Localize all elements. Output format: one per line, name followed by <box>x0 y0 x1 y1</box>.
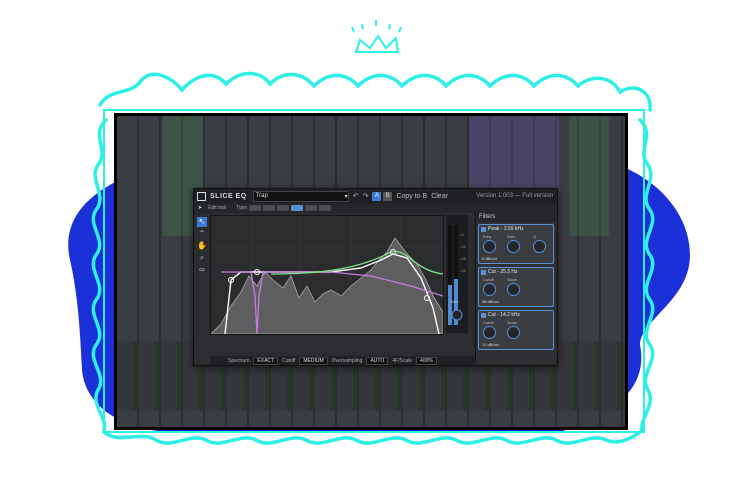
filters-title: Filters <box>476 213 556 222</box>
slope-value[interactable]: 12 dB/oct <box>482 342 499 347</box>
redo-button[interactable]: ↷ <box>363 192 369 200</box>
filter-card-highcut[interactable]: Cut - 14.2 kHz Cutoff Slope 12 dB/oct <box>478 310 554 350</box>
type-peak-button[interactable] <box>277 205 290 211</box>
type-highshelf-button[interactable] <box>305 205 318 211</box>
gain-label: Gain <box>450 299 459 304</box>
type-lowshelf-button[interactable] <box>263 205 276 211</box>
clear-button[interactable]: Clear <box>431 193 448 200</box>
plugin-bottombar: Spectrum EXACT Cutoff MEDIUM Oversamplin… <box>210 356 474 365</box>
freq-knob[interactable] <box>483 240 496 253</box>
logo-icon <box>197 191 206 201</box>
filter-card-lowcut[interactable]: Cut - 25.3 Hz Cutoff Slope 96 dB/oct <box>478 267 554 307</box>
oversampling-label: Oversampling <box>331 357 363 364</box>
daw-screen: SLICE EQ Trap ▾ ↶ ↷ A B Copy to B Clear V… <box>114 113 628 430</box>
pointer-tool-icon[interactable]: ↖ <box>197 217 207 227</box>
plugin-titlebar: SLICE EQ Trap ▾ ↶ ↷ A B Copy to B Clear V… <box>194 189 557 203</box>
filter-title: Cut - 14.2 kHz <box>488 312 520 318</box>
preset-dropdown[interactable]: Trap ▾ <box>252 190 349 202</box>
hand-tool-icon[interactable]: ✋ <box>197 241 207 251</box>
spectrum-label: Spectrum <box>228 357 250 364</box>
gain-knob <box>451 309 463 321</box>
filter-title: Cut - 25.3 Hz <box>488 269 518 275</box>
filter-enable-checkbox[interactable] <box>481 270 486 275</box>
chevron-down-icon: ▾ <box>344 193 348 200</box>
spectrum-select[interactable]: EXACT <box>253 356 279 365</box>
cursor-icon: ➤ <box>198 205 203 211</box>
db-tick: -18 <box>460 256 466 261</box>
version-label: Version 1.003 — Full version <box>476 193 553 199</box>
eq-graph[interactable] <box>210 215 444 335</box>
type-highcut-button[interactable] <box>319 205 332 211</box>
scale-select[interactable]: 400% <box>416 356 437 365</box>
q-knob[interactable] <box>533 240 546 253</box>
tool-column: ↖ ⌃ ✋ ⌕ ∞ <box>196 215 208 325</box>
db-tick: -24 <box>460 268 466 273</box>
slope-knob[interactable] <box>507 326 520 339</box>
db-tick: -12 <box>460 244 466 249</box>
oversampling-select[interactable]: AUTO <box>366 356 389 365</box>
filter-label: Slope <box>507 320 518 325</box>
spectrum-analyzer <box>210 237 444 335</box>
cutoff-knob[interactable] <box>483 326 496 339</box>
plugin-logo: SLICE EQ <box>210 192 247 200</box>
db-tick: -6 <box>460 232 464 237</box>
filter-enable-checkbox[interactable] <box>481 227 486 232</box>
slope-value[interactable]: 6 dB/oct <box>482 256 497 261</box>
filter-enable-checkbox[interactable] <box>481 313 486 318</box>
filters-panel: Filters Peak - 3.59 kHz Freq Gain Q 6 dB… <box>475 213 556 363</box>
cutoff-knob[interactable] <box>483 283 496 296</box>
draw-tool-icon[interactable]: ⌃ <box>197 229 207 239</box>
filter-label: Q <box>533 234 537 239</box>
track-tint-green-right <box>569 116 609 236</box>
filter-title: Peak - 3.59 kHz <box>488 226 524 232</box>
cutoff-label: Cutoff <box>282 357 296 364</box>
preset-value: Trap <box>255 193 268 199</box>
undo-button[interactable]: ↶ <box>353 192 359 200</box>
link-tool-icon[interactable]: ∞ <box>197 265 207 275</box>
eq-curve-display <box>210 216 444 335</box>
filter-label: Gain <box>507 234 516 239</box>
filter-label: Freq <box>483 234 492 239</box>
type-notch-button[interactable] <box>291 205 304 211</box>
copy-to-button[interactable]: Copy to B <box>396 193 427 200</box>
crown-icon <box>351 20 402 53</box>
edit-tool-label: Edit tool <box>208 205 227 211</box>
gain-knob[interactable] <box>507 240 520 253</box>
output-meter[interactable]: -6 -12 -18 -24 Gain <box>446 215 468 333</box>
filter-card-peak[interactable]: Peak - 3.59 kHz Freq Gain Q 6 dB/oct <box>478 224 554 264</box>
filter-label: Cutoff <box>483 277 494 282</box>
filter-label: Cutoff <box>483 320 494 325</box>
slope-knob[interactable] <box>507 283 520 296</box>
slice-eq-window: SLICE EQ Trap ▾ ↶ ↷ A B Copy to B Clear V… <box>193 188 558 366</box>
type-label: Type <box>236 205 248 211</box>
ab-a-button[interactable]: A <box>372 191 382 201</box>
type-lowcut-button[interactable] <box>249 205 262 211</box>
filter-label: Slope <box>507 277 518 282</box>
ab-b-button[interactable]: B <box>383 191 393 201</box>
scale-label: 4F/Scale <box>392 357 413 364</box>
slope-value[interactable]: 96 dB/oct <box>482 299 499 304</box>
cutoff-select[interactable]: MEDIUM <box>299 356 328 365</box>
edit-toolbar: ➤ Edit tool Type <box>194 203 557 213</box>
zoom-tool-icon[interactable]: ⌕ <box>197 253 207 263</box>
db-scale: -6 -12 -18 -24 <box>460 229 466 277</box>
